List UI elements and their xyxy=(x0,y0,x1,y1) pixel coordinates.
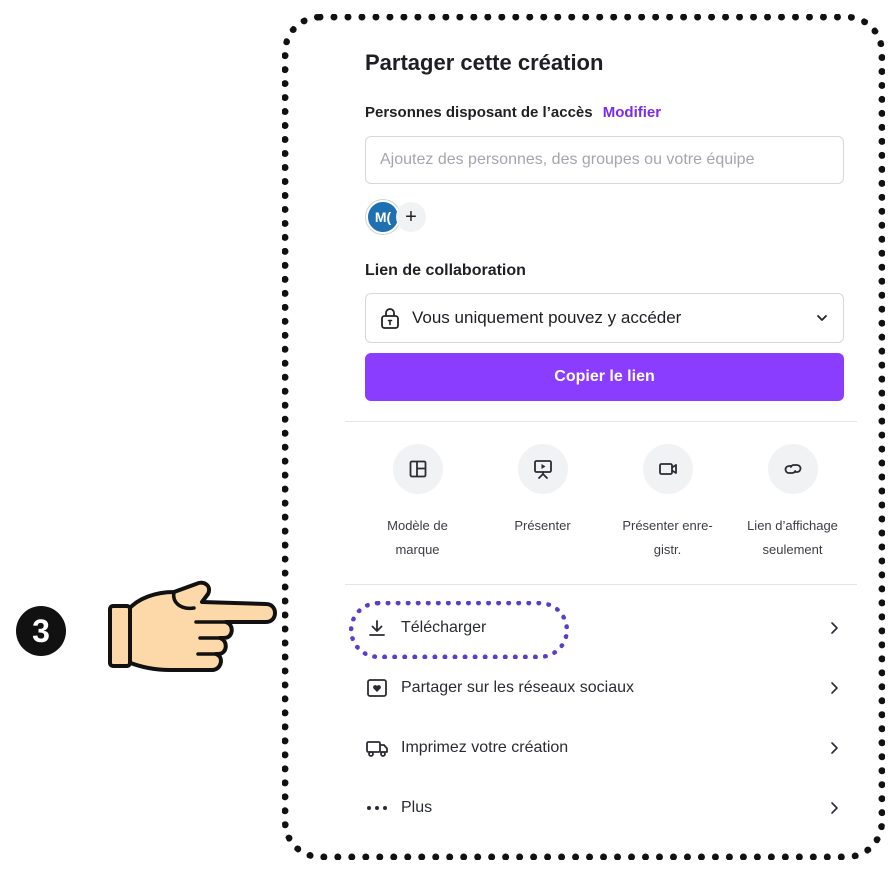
access-select-value: Vous uniquement pouvez y accéder xyxy=(412,308,682,327)
action-brand-template[interactable]: Modèle de marque xyxy=(355,444,480,562)
add-person-button[interactable]: + xyxy=(396,202,426,232)
action-label: Modèle de marque xyxy=(387,518,448,557)
page-title: Partager cette création xyxy=(365,50,604,75)
truck-icon xyxy=(365,736,389,760)
action-icon-circle xyxy=(767,444,818,494)
link-icon xyxy=(784,464,801,474)
pointing-hand-icon xyxy=(108,580,277,672)
modify-link[interactable]: Modifier xyxy=(603,104,661,121)
present-icon xyxy=(533,460,552,479)
download-highlight-outline xyxy=(349,601,569,659)
chevron-down-icon xyxy=(817,315,827,321)
collab-link-label: Lien de collaboration xyxy=(365,262,526,279)
action-present-record[interactable]: Présenter enre- gistr. xyxy=(605,444,730,562)
divider xyxy=(345,584,857,585)
menu-item-label: Partager sur les réseaux sociaux xyxy=(401,679,634,696)
action-label: Présenter enre- gistr. xyxy=(622,518,713,557)
action-icon-circle xyxy=(392,444,443,494)
menu-item-label: Imprimez votre création xyxy=(401,739,569,756)
action-label: Présenter xyxy=(514,518,571,533)
record-icon xyxy=(658,463,677,475)
more-icon xyxy=(365,796,389,820)
collaborators-row: M( + xyxy=(366,200,426,234)
access-label: Personnes disposant de l’accès xyxy=(365,104,593,121)
action-icon-circle xyxy=(642,444,693,494)
chevron-right-icon xyxy=(831,622,838,634)
avatar[interactable]: M( xyxy=(366,200,400,234)
step-number-badge: 3 xyxy=(16,606,66,656)
access-level-select[interactable]: Vous uniquement pouvez y accéder xyxy=(365,293,844,343)
menu-item-share-social[interactable]: Partager sur les réseaux sociaux xyxy=(365,658,845,718)
heart-icon xyxy=(365,676,389,700)
share-actions: Modèle de marque Présenter Présenter enr… xyxy=(355,444,855,562)
chevron-right-icon xyxy=(831,742,838,754)
action-label: Lien d’affichage seulement xyxy=(747,518,838,557)
brand-template-icon xyxy=(409,460,426,478)
menu-item-more[interactable]: Plus xyxy=(365,778,845,838)
action-icon-circle xyxy=(517,444,568,494)
divider xyxy=(345,421,857,422)
menu-item-label: Plus xyxy=(401,799,433,816)
access-header: Personnes disposant de l’accès Modifier xyxy=(365,104,661,121)
menu-item-print[interactable]: Imprimez votre création xyxy=(365,718,845,778)
chevron-right-icon xyxy=(831,682,838,694)
action-present[interactable]: Présenter xyxy=(480,444,605,562)
copy-link-button[interactable]: Copier le lien xyxy=(365,353,844,401)
people-search-input[interactable] xyxy=(365,136,844,184)
lock-icon xyxy=(381,308,399,329)
action-view-only-link[interactable]: Lien d’affichage seulement xyxy=(730,444,855,562)
chevron-right-icon xyxy=(831,802,838,814)
